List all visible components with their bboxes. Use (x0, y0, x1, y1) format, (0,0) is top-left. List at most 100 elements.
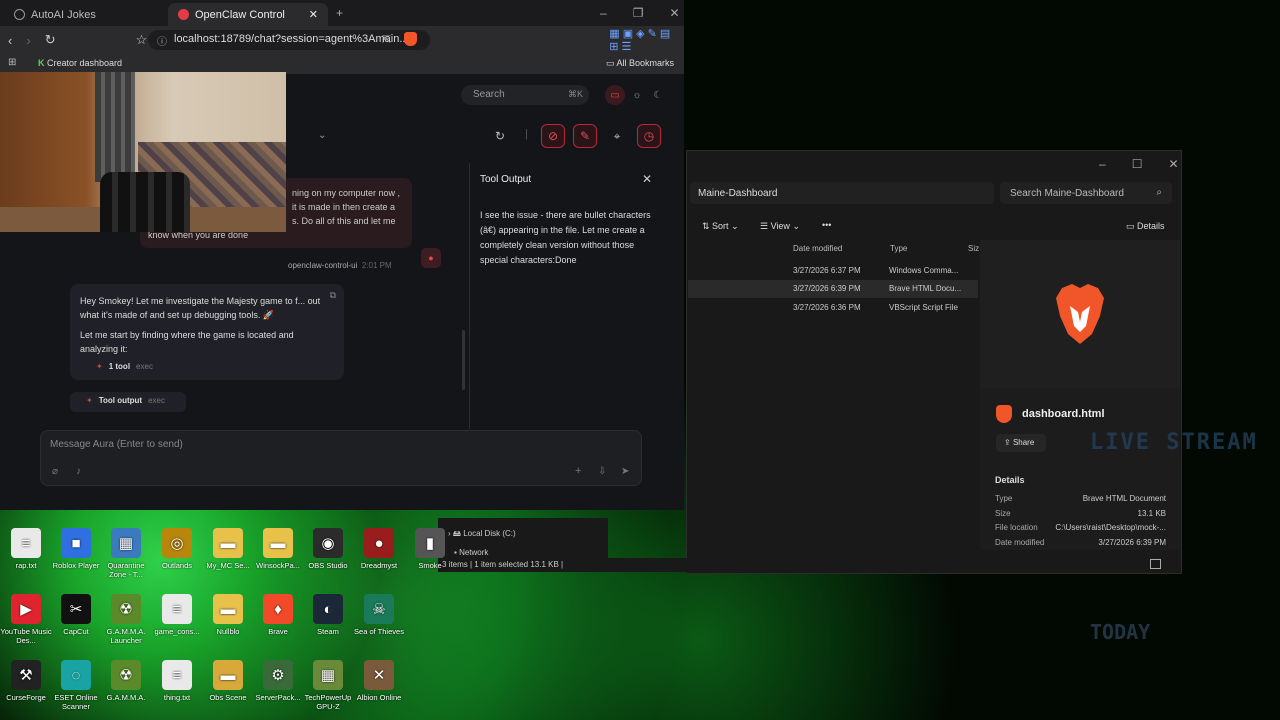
tool-output-row[interactable]: ✦ Tool output exec (70, 392, 186, 412)
minimize-icon[interactable]: – (1099, 157, 1106, 171)
explorer-search-input[interactable]: Search Maine-Dashboard ⌕ (1000, 182, 1172, 204)
apps-grid-icon[interactable]: ⊞ (8, 57, 16, 68)
file-row[interactable]: 3/27/2026 6:36 PM VBScript Script File (688, 299, 978, 317)
chat-scrollbar[interactable] (462, 330, 465, 390)
desktop-icon[interactable]: ■ Roblox Player (50, 528, 102, 590)
view-button[interactable]: ☰ View ⌄ (760, 221, 800, 232)
refresh-button[interactable]: ↻ (488, 124, 512, 148)
app-icon: ≡ (11, 528, 41, 558)
new-tab-button[interactable]: + (336, 6, 343, 20)
explorer-window-controls[interactable]: – ☐ ✕ (1099, 157, 1179, 171)
back-icon[interactable]: ‹ (8, 33, 12, 48)
desktop-icon-label: Nullblo (216, 627, 240, 636)
site-info-icon[interactable]: ⓘ (157, 33, 167, 48)
panel-close-icon[interactable]: ✕ (642, 172, 652, 186)
focus-button[interactable]: ⌖ (605, 124, 629, 148)
bookmark-icon[interactable]: ☆ (136, 32, 148, 48)
brave-shields-icon[interactable] (404, 32, 417, 46)
copy-icon[interactable]: ⧉ (330, 288, 336, 302)
download-icon[interactable]: ⇩ (598, 466, 606, 477)
message-sender: openclaw-control-ui 2:01 PM (288, 261, 392, 270)
desktop-icon[interactable]: ⚙ ServerPack... (252, 660, 304, 720)
tools-button[interactable]: ✎ (573, 124, 597, 148)
detail-label: File location (995, 523, 1038, 532)
desktop-icon[interactable]: ⚒ CurseForge (0, 660, 52, 720)
desktop-icon[interactable]: ✂ CapCut (50, 594, 102, 656)
debug-button[interactable]: ⊘ (541, 124, 565, 148)
column-type[interactable]: Type (890, 244, 907, 253)
desktop-icon[interactable]: ☢ G.A.M.M.A. (100, 660, 152, 720)
desktop-icon[interactable]: ≡ thing.txt (151, 660, 203, 720)
desktop-icon[interactable]: ◉ OBS Studio (302, 528, 354, 590)
desktop-icon[interactable]: ▬ Obs Scene (202, 660, 254, 720)
maximize-icon[interactable]: ☐ (1132, 157, 1143, 171)
desktop-icon-label: Sea of Thieves (354, 627, 404, 636)
monitor-icon[interactable]: ▭ (605, 85, 625, 105)
detail-label: Date modified (995, 538, 1045, 547)
desktop-icon[interactable]: ● Dreadmyst (353, 528, 405, 590)
minimize-icon[interactable]: – (600, 6, 607, 20)
close-tab-icon[interactable]: ✕ (309, 8, 318, 21)
desktop-icon[interactable]: ♦ Brave (252, 594, 304, 656)
desktop-icon[interactable]: ◌ ESET Online Scanner (50, 660, 102, 720)
app-icon: ☠ (364, 594, 394, 624)
send-icon[interactable]: ➤ (621, 466, 629, 477)
desktop-icon[interactable]: ▬ My_MC Se... (202, 528, 254, 590)
microphone-icon[interactable]: ♪ (76, 466, 81, 477)
desktop-icon[interactable]: ▬ Nullblo (202, 594, 254, 656)
desktop-icon[interactable]: ◐ Steam (302, 594, 354, 656)
desktop-icon[interactable]: ☠ Sea of Thieves (353, 594, 405, 656)
file-row-selected[interactable]: 3/27/2026 6:39 PM Brave HTML Docu... (688, 280, 978, 298)
list-view-icon[interactable] (1150, 559, 1161, 569)
tab-autoai-jokes[interactable]: AutoAI Jokes (4, 3, 164, 26)
desktop-icon-label: G.A.M.M.A. (106, 693, 146, 702)
desktop-icon[interactable]: ≡ rap.txt (0, 528, 52, 590)
desktop-icon[interactable]: ▦ Quarantine Zone - T... (100, 528, 152, 590)
app-icon: ◐ (313, 594, 343, 624)
desktop-icon[interactable]: ▦ TechPowerUp GPU-Z (302, 660, 354, 720)
forward-icon[interactable]: › (26, 33, 30, 48)
desktop-icon-label: game_cons... (154, 627, 200, 636)
extensions-icons[interactable]: ▦ ▣ ◈ ✎ ▤ ⊞ ☰ (609, 27, 676, 53)
more-options-button[interactable]: ••• (822, 220, 831, 230)
restore-icon[interactable]: ❐ (633, 6, 644, 20)
desktop-icon-label: Roblox Player (52, 561, 100, 570)
message-input[interactable]: Message Aura (Enter to send) (50, 439, 183, 450)
tool-icon: ✦ (86, 396, 93, 405)
all-bookmarks-button[interactable]: ▭ All Bookmarks (606, 58, 674, 69)
share-button[interactable]: ⇪ Share (996, 434, 1046, 452)
nav-item-local-disk[interactable]: › 🖴 Local Disk (C:) (448, 528, 516, 542)
column-size[interactable]: Siz (968, 244, 979, 253)
app-icon: ✂ (61, 594, 91, 624)
desktop-icon[interactable]: ≡ game_cons... (151, 594, 203, 656)
sort-button[interactable]: ⇅ Sort ⌄ (702, 221, 739, 232)
explorer-address-bar[interactable]: Maine-Dashboard (690, 182, 994, 204)
reload-icon[interactable]: ↻ (45, 32, 56, 48)
bookmark-creator-dashboard[interactable]: K Creator dashboard (38, 58, 122, 68)
attach-icon[interactable]: ⌀ (52, 466, 58, 477)
plus-icon[interactable]: + (575, 465, 581, 477)
close-icon[interactable]: ✕ (1168, 157, 1178, 171)
desktop-icon[interactable]: ▬ WinsockPa... (252, 528, 304, 590)
desktop-icon[interactable]: ☢ G.A.M.M.A. Launcher (100, 594, 152, 656)
nav-item-network[interactable]: ▪ Network (454, 548, 488, 557)
desktop-icon[interactable]: ▮ Smoke (404, 528, 456, 590)
sun-icon[interactable]: ☼ (627, 85, 647, 105)
desktop-icon[interactable]: ✕ Albion Online (353, 660, 405, 720)
column-date-modified[interactable]: Date modified (793, 244, 842, 253)
moon-icon[interactable]: ☾ (648, 85, 668, 105)
chevron-down-icon[interactable]: ⌄ (318, 130, 326, 141)
tool-call-row[interactable]: ✦ 1 tool exec (96, 360, 334, 374)
close-icon[interactable]: ✕ (669, 6, 679, 20)
app-icon: ▦ (313, 660, 343, 690)
app-icon: ▮ (415, 528, 445, 558)
file-row[interactable]: 3/27/2026 6:37 PM Windows Comma... (688, 262, 978, 280)
desktop-icon-label: Dreadmyst (360, 561, 398, 570)
share-page-icon[interactable]: ⇱ (382, 33, 391, 46)
details-toggle-button[interactable]: ▭ Details (1126, 221, 1165, 232)
tab-openclaw-control[interactable]: OpenClaw Control ✕ (168, 3, 328, 26)
desktop-icon[interactable]: ◎ Outlands (151, 528, 203, 590)
webcam-overlay (0, 72, 286, 232)
history-button[interactable]: ◷ (637, 124, 661, 148)
desktop-icon[interactable]: ▶ YouTube Music Des... (0, 594, 52, 656)
